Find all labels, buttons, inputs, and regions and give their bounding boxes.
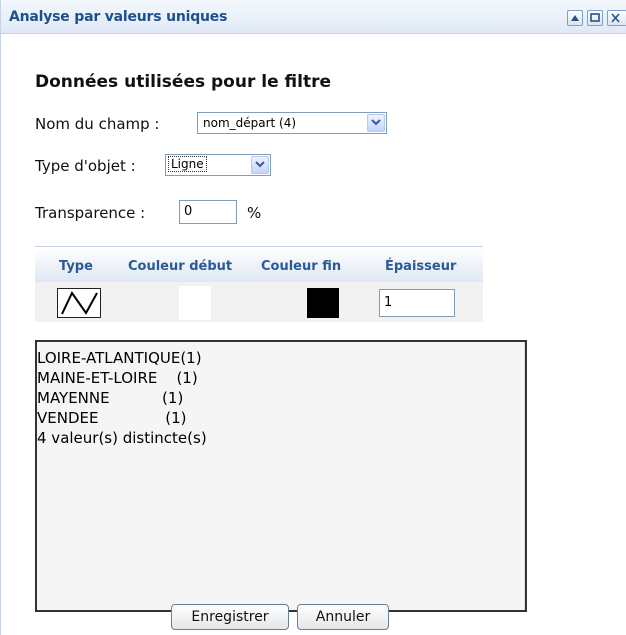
field-name-label: Nom du champ : bbox=[35, 115, 160, 133]
section-title: Données utilisées pour le filtre bbox=[35, 72, 332, 92]
column-header-start-color: Couleur début bbox=[128, 259, 233, 274]
chevron-down-icon[interactable] bbox=[367, 114, 385, 132]
field-name-select[interactable]: nom_départ (4) bbox=[197, 112, 387, 134]
square-icon bbox=[590, 13, 600, 22]
line-symbol-icon[interactable] bbox=[57, 288, 101, 318]
object-type-value: Ligne bbox=[168, 156, 207, 172]
list-item: VENDEE (1) bbox=[37, 409, 187, 427]
close-button[interactable] bbox=[607, 10, 626, 26]
list-item: 4 valeur(s) distincte(s) bbox=[37, 429, 207, 447]
thickness-input[interactable]: 1 bbox=[379, 289, 455, 317]
list-item: LOIRE-ATLANTIQUE(1) bbox=[37, 349, 202, 367]
window-title: Analyse par valeurs uniques bbox=[9, 9, 228, 25]
column-header-type: Type bbox=[59, 259, 93, 274]
values-listbox[interactable]: LOIRE-ATLANTIQUE(1) MAINE-ET-LOIRE (1) M… bbox=[35, 340, 527, 612]
style-grid-header: Type Couleur début Couleur fin Épaisseur bbox=[35, 246, 483, 283]
column-header-thickness: Épaisseur bbox=[385, 259, 457, 274]
transparency-unit: % bbox=[247, 204, 262, 222]
dialog-window: Analyse par valeurs uniques Données util… bbox=[0, 0, 626, 635]
end-color-swatch[interactable] bbox=[307, 288, 339, 318]
maximize-button[interactable] bbox=[587, 10, 603, 26]
object-type-select[interactable]: Ligne bbox=[165, 154, 271, 176]
close-icon bbox=[611, 13, 620, 23]
transparency-input[interactable]: 0 bbox=[179, 200, 237, 224]
cancel-button[interactable]: Annuler bbox=[297, 604, 389, 630]
column-header-end-color: Couleur fin bbox=[261, 259, 342, 274]
minimize-button[interactable] bbox=[567, 10, 583, 26]
chevron-down-icon[interactable] bbox=[251, 156, 269, 174]
title-bar: Analyse par valeurs uniques bbox=[1, 0, 626, 34]
triangle-up-icon bbox=[571, 15, 579, 21]
start-color-swatch[interactable] bbox=[179, 286, 211, 320]
object-type-label: Type d'objet : bbox=[35, 157, 136, 175]
style-grid-row: 1 bbox=[35, 282, 483, 322]
save-button[interactable]: Enregistrer bbox=[171, 604, 289, 630]
list-item: MAYENNE (1) bbox=[37, 389, 184, 407]
transparency-label: Transparence : bbox=[35, 204, 146, 222]
field-name-value: nom_départ (4) bbox=[203, 116, 297, 130]
list-item: MAINE-ET-LOIRE (1) bbox=[37, 369, 198, 387]
